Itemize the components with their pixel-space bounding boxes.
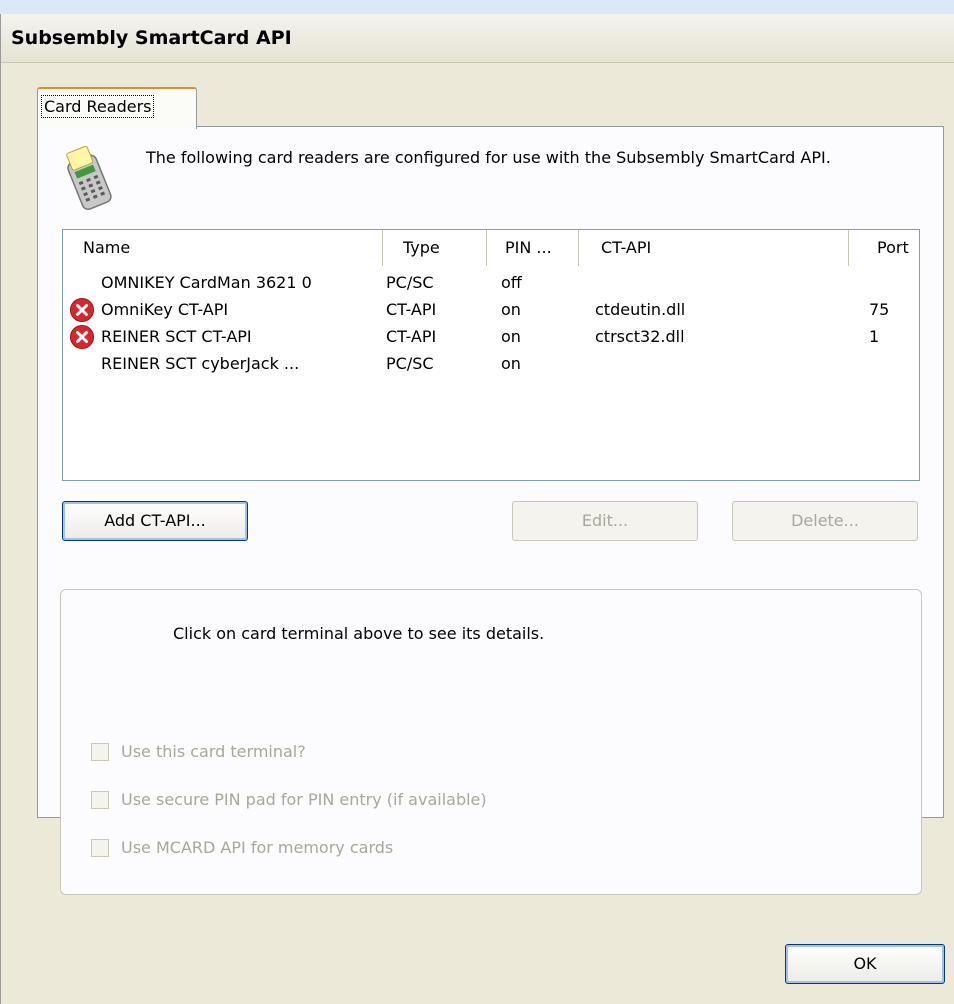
checkbox-label: Use this card terminal? [121,742,306,761]
column-header-name[interactable]: Name [63,230,383,266]
reader-pin: on [501,327,521,346]
column-header-ctapi[interactable]: CT-API [579,230,849,266]
reader-name: OMNIKEY CardMan 3621 0 [101,273,312,292]
reader-pin: on [501,354,521,373]
tab-panel: The following card readers are configure… [37,126,944,895]
checkbox-label: Use secure PIN pad for PIN entry (if ava… [121,790,487,809]
reader-name: REINER SCT CT-API [101,327,252,346]
add-ctapi-button[interactable]: Add CT-API... [62,501,248,541]
list-header: Name Type PIN ... CT-API Port [63,230,919,266]
reader-ctapi: ctdeutin.dll [595,300,686,319]
window-title: Subsembly SmartCard API [11,27,292,49]
list-row[interactable]: REINER SCT CT-API CT-API on ctrsct32.dll… [63,324,919,351]
checkbox-label: Use MCARD API for memory cards [121,838,394,857]
checkbox-box [91,791,109,809]
details-panel: Click on card terminal above to see its … [60,589,922,895]
reader-name: REINER SCT cyberJack ... [101,354,300,373]
checkbox-box [91,743,109,761]
error-icon [70,298,94,322]
column-header-pin[interactable]: PIN ... [487,230,579,266]
reader-ctapi: ctrsct32.dll [595,327,685,346]
card-reader-icon [66,145,112,211]
tab-card-readers[interactable]: Card Readers [37,87,197,129]
list-row[interactable]: OmniKey CT-API CT-API on ctdeutin.dll 75 [63,297,919,324]
reader-type: CT-API [386,300,437,319]
reader-name: OmniKey CT-API [101,300,229,319]
reader-pin: off [501,273,522,292]
reader-type: PC/SC [386,273,434,292]
details-message: Click on card terminal above to see its … [173,624,545,643]
delete-button[interactable]: Delete... [732,501,918,541]
ok-button[interactable]: OK [785,944,945,984]
list-row[interactable]: OMNIKEY CardMan 3621 0 PC/SC off [63,270,919,297]
reader-pin: on [501,300,521,319]
reader-type: PC/SC [386,354,434,373]
card-readers-list[interactable]: Name Type PIN ... CT-API Port OMNIKEY Ca… [62,229,920,481]
edit-button[interactable]: Edit... [512,501,698,541]
dialog-window: Subsembly SmartCard API Card Readers The… [0,14,954,1004]
reader-port: 75 [869,300,890,319]
list-row[interactable]: REINER SCT cyberJack ... PC/SC on [63,351,919,378]
checkbox-box [91,839,109,857]
error-icon [70,325,94,349]
tab-label: Card Readers [41,95,155,118]
title-bar[interactable]: Subsembly SmartCard API [1,14,954,63]
reader-port: 1 [869,327,880,346]
column-header-port[interactable]: Port [849,230,919,266]
intro-text: The following card readers are configure… [146,148,831,167]
reader-type: CT-API [386,327,437,346]
column-header-type[interactable]: Type [383,230,487,266]
